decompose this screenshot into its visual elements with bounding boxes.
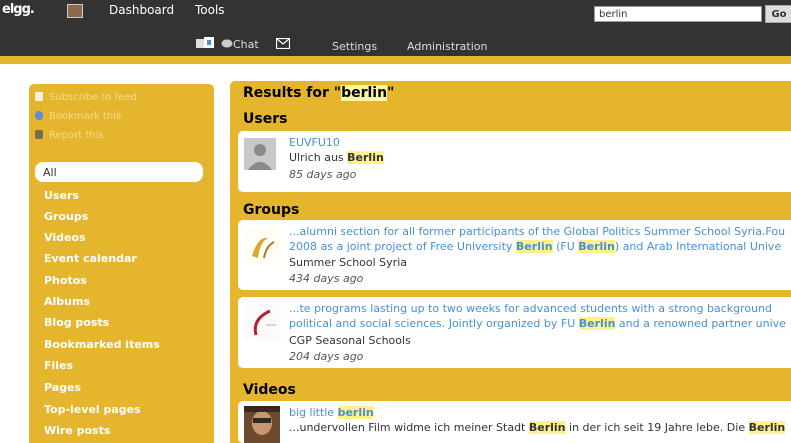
group-name: Summer School Syria xyxy=(289,256,407,269)
sidebar-item-albums[interactable]: Albums xyxy=(44,295,90,313)
nav-tools[interactable]: Tools xyxy=(195,3,225,17)
results-title-prefix: Results for " xyxy=(243,85,342,101)
report-link[interactable]: Report this xyxy=(35,130,104,144)
group-snippet-line-1[interactable]: ...te programs lasting up to two weeks f… xyxy=(289,302,772,315)
sidebar-item-pages[interactable]: Pages xyxy=(44,381,81,399)
video-title-text: big little xyxy=(289,406,338,419)
bookmark-link[interactable]: Bookmark this xyxy=(35,111,121,125)
keyword-highlight: Berlin xyxy=(347,151,384,164)
snippet-text: in der ich seit 19 Jahre lebe. Die xyxy=(565,421,749,434)
report-label: Report this xyxy=(49,130,104,141)
sidebar-item-wire-posts[interactable]: Wire posts xyxy=(44,424,110,442)
user-timestamp: 85 days ago xyxy=(289,168,357,181)
users-section-title: Users xyxy=(243,111,288,127)
user-avatar-icon[interactable] xyxy=(67,4,83,18)
results-query: berlin xyxy=(341,85,388,101)
sidebar-item-users[interactable]: Users xyxy=(44,189,79,207)
sidebar-item-top-level-pages[interactable]: Top-level pages xyxy=(44,403,141,421)
friends-icon[interactable] xyxy=(195,36,215,50)
video-thumbnail-icon[interactable] xyxy=(244,406,280,443)
group-result[interactable]: ...alumni section for all former partici… xyxy=(238,220,791,290)
sidebar-item-files[interactable]: Files xyxy=(44,359,73,377)
snippet-text: ...undervollen Film widme ich meiner Sta… xyxy=(289,421,529,434)
sidebar-item-blog-posts[interactable]: Blog posts xyxy=(44,316,109,334)
video-title-link[interactable]: big little berlin xyxy=(289,406,374,419)
elgg-logo[interactable]: elgg. xyxy=(2,2,35,17)
user-name-link[interactable]: EUVFU10 xyxy=(289,136,340,149)
administration-link[interactable]: Administration xyxy=(407,40,488,53)
chat-link[interactable]: Chat xyxy=(233,38,259,51)
bookmark-label: Bookmark this xyxy=(49,111,122,122)
group-name: CGP Seasonal Schools xyxy=(289,334,411,347)
search-go-button[interactable]: Go xyxy=(765,5,791,23)
group-snippet-line-2[interactable]: 2008 as a joint project of Free Universi… xyxy=(289,240,781,253)
sidebar-item-bookmarked-items[interactable]: Bookmarked items xyxy=(44,338,160,356)
snippet-text: (FU xyxy=(552,240,579,253)
sidebar-item-groups[interactable]: Groups xyxy=(44,210,88,228)
video-result[interactable]: big little berlin ...undervollen Film wi… xyxy=(238,401,791,443)
subscribe-feed-label: Subscribe to feed xyxy=(49,92,137,103)
secondary-toolbar: Chat Settings Administration xyxy=(0,34,791,56)
search-input[interactable] xyxy=(594,6,762,22)
keyword-highlight: Berlin xyxy=(578,240,615,253)
keyword-highlight: Berlin xyxy=(528,421,566,434)
bookmark-icon xyxy=(35,111,43,120)
group-timestamp: 434 days ago xyxy=(289,272,364,285)
snippet-text: ) and Arab International Unive xyxy=(614,240,782,253)
group-timestamp: 204 days ago xyxy=(289,350,364,363)
top-toolbar: elgg. Dashboard Tools Go xyxy=(0,0,791,34)
results-title-suffix: " xyxy=(387,85,395,101)
sidebar-item-event-calendar[interactable]: Event calendar xyxy=(44,252,137,270)
sidebar-item-all[interactable]: All xyxy=(35,162,203,182)
keyword-highlight: Berlin xyxy=(748,421,786,434)
videos-section-title: Videos xyxy=(243,382,296,398)
chat-bubble-icon xyxy=(221,39,233,48)
keyword-highlight: berlin xyxy=(337,406,374,419)
sidebar-item-photos[interactable]: Photos xyxy=(44,274,87,292)
header-stripe xyxy=(0,56,791,64)
user-description: Ulrich aus Berlin xyxy=(289,151,384,164)
report-icon xyxy=(35,130,43,139)
settings-link[interactable]: Settings xyxy=(332,40,377,53)
group-snippet-line-2[interactable]: political and social sciences. Jointly o… xyxy=(289,317,786,330)
keyword-highlight: Berlin xyxy=(578,317,616,330)
subscribe-feed-link[interactable]: Subscribe to feed xyxy=(35,92,137,106)
snippet-text: political and social sciences. Jointly o… xyxy=(289,317,579,330)
snippet-text: and a renowned partner unive xyxy=(615,317,786,330)
mail-icon[interactable] xyxy=(276,38,290,49)
nav-dashboard[interactable]: Dashboard xyxy=(109,3,174,17)
group-snippet-line-1[interactable]: ...alumni section for all former partici… xyxy=(289,225,785,238)
sidebar-item-videos[interactable]: Videos xyxy=(44,231,86,249)
group-result[interactable]: ...te programs lasting up to two weeks f… xyxy=(238,297,791,368)
keyword-highlight: Berlin xyxy=(515,240,553,253)
groups-section-title: Groups xyxy=(243,202,300,218)
group-icon[interactable] xyxy=(244,228,280,264)
results-title: Results for "berlin" xyxy=(243,85,394,101)
snippet-text: 2008 as a joint project of Free Universi… xyxy=(289,240,516,253)
rss-icon xyxy=(35,92,43,101)
user-result[interactable]: EUVFU10 Ulrich aus Berlin 85 days ago xyxy=(238,131,791,192)
video-snippet-line-1: ...undervollen Film widme ich meiner Sta… xyxy=(289,421,786,434)
user-description-text: Ulrich aus xyxy=(289,151,348,164)
group-icon[interactable] xyxy=(244,305,280,341)
sidebar: Subscribe to feed Bookmark this Report t… xyxy=(29,84,214,443)
search-results: Results for "berlin" Users EUVFU10 Ulric… xyxy=(230,81,791,443)
default-avatar-icon[interactable] xyxy=(244,138,276,170)
